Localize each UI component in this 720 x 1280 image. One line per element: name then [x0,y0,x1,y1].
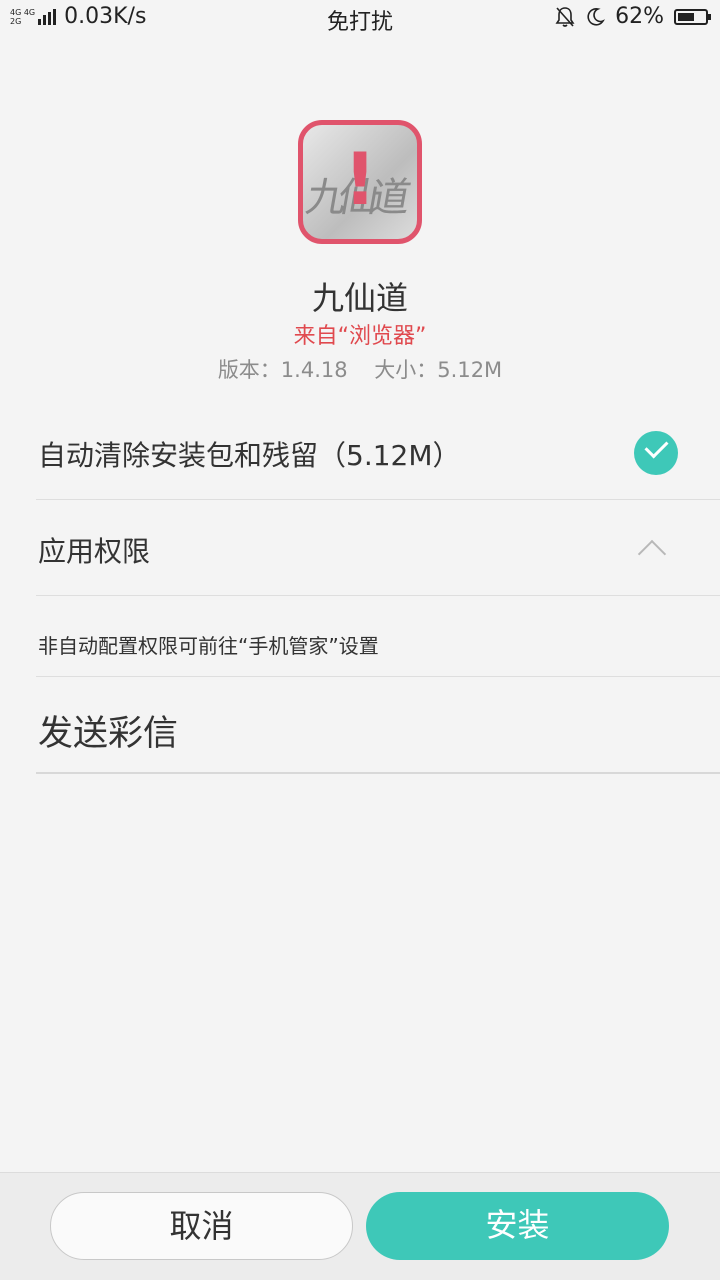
chevron-up-icon[interactable] [637,539,667,569]
action-bar: 取消 安装 [0,1172,720,1280]
app-size: 大小：5.12M [374,358,503,382]
auto-clean-label: 自动清除安装包和残留（5.12M） [38,439,461,472]
moon-icon [587,7,606,26]
install-button[interactable]: 安装 [366,1192,669,1260]
checkmark-icon[interactable] [634,431,678,475]
status-bar: 4G 4G 2G 0.03K/s 免打扰 62% [0,0,720,38]
permissions-hint: 非自动配置权限可前往“手机管家”设置 [38,634,379,658]
warning-icon: ! [343,137,377,221]
app-version: 版本：1.4.18 [217,358,348,382]
permissions-label: 应用权限 [38,535,151,568]
battery-percent: 62% [615,4,664,29]
app-source: 来自“浏览器” [293,324,427,349]
app-name: 九仙道 [311,279,408,317]
battery-level [678,12,694,21]
app-meta: 版本：1.4.18 大小：5.12M [0,354,720,384]
auto-clean-option[interactable]: 自动清除安装包和残留（5.12M） [36,404,720,500]
permission-item-label: 发送彩信 [38,714,179,754]
permissions-hint-row: 非自动配置权限可前往“手机管家”设置 [36,596,720,677]
battery-icon [674,8,711,25]
status-right: 62% [555,4,711,29]
permission-item: 发送彩信 [36,677,720,774]
cancel-button[interactable]: 取消 [50,1192,353,1260]
bell-muted-icon [555,6,575,27]
permissions-header[interactable]: 应用权限 [36,500,720,596]
app-icon: 九仙道 ! [298,120,422,244]
